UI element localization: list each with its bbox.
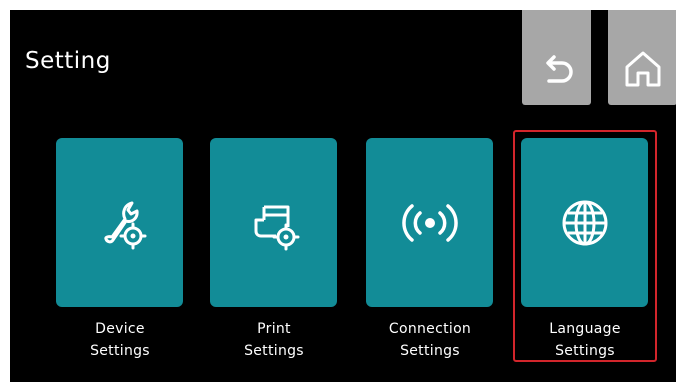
connection-settings-tile[interactable] xyxy=(366,138,493,307)
printer-gear-icon xyxy=(254,205,299,250)
back-button[interactable] xyxy=(522,10,591,105)
wrench-gear-icon xyxy=(103,201,146,249)
settings-screen: Setting Device Settings Print Settings C… xyxy=(10,10,676,382)
broadcast-signal-icon xyxy=(401,203,458,242)
home-icon xyxy=(625,51,660,87)
page-title: Setting xyxy=(25,48,111,74)
device-settings-tile[interactable] xyxy=(56,138,183,307)
print-settings-tile[interactable] xyxy=(210,138,337,307)
language-settings-tile[interactable] xyxy=(521,138,648,307)
globe-icon xyxy=(562,200,607,245)
home-button[interactable] xyxy=(608,10,676,105)
print-settings-label: Print Settings xyxy=(244,321,304,359)
connection-settings-label: Connection Settings xyxy=(388,321,472,359)
language-settings-label: Language Settings xyxy=(549,321,621,359)
device-settings-label: Device Settings xyxy=(90,321,150,359)
undo-arrow-icon xyxy=(545,55,573,83)
